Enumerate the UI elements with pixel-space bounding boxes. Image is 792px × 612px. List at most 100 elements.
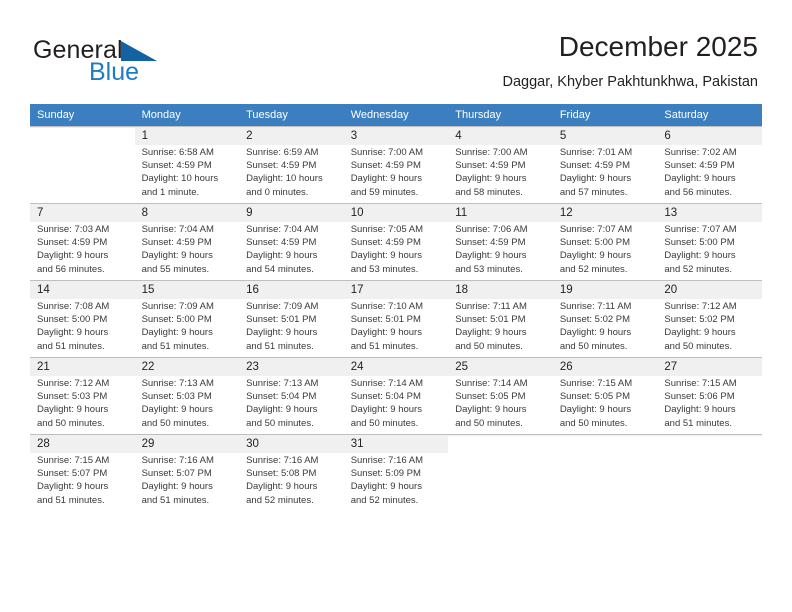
calendar-day-cell[interactable] [30,127,135,204]
calendar-day-cell[interactable]: 11 Sunrise: 7:06 AM Sunset: 4:59 PM Dayligh… [448,203,553,281]
day-daylight-line: Daylight: 9 hours [350,327,422,339]
calendar-day-cell[interactable]: 22 Sunrise: 7:13 AM Sunset: 5:03 PM Dayligh… [134,357,240,435]
day-number: 12 [552,204,658,222]
day-sunset: Sunset: 5:01 PM [350,314,421,326]
day-number: 6 [657,127,762,145]
calendar-day-cell[interactable]: 12 Sunrise: 7:07 AM Sunset: 5:00 PM Dayligh… [552,203,658,281]
day-daylight-line: Daylight: 9 hours [350,404,422,416]
weekday-header-monday: Monday [134,104,240,127]
day-daylight-line: Daylight: 9 hours [246,404,318,416]
day-sunset: Sunset: 5:05 PM [455,391,526,403]
calendar-day-cell[interactable]: 30 Sunrise: 7:16 AM Sunset: 5:08 PM Dayligh… [239,434,344,511]
day-cell-content: 12 Sunrise: 7:07 AM Sunset: 5:00 PM Dayligh… [552,204,658,280]
calendar-day-cell[interactable]: 3 Sunrise: 7:00 AM Sunset: 4:59 PM Daylight… [343,127,449,204]
day-daylight-line: Daylight: 9 hours [246,481,318,493]
day-daylight-line: Daylight: 9 hours [559,404,632,416]
day-sunrise: Sunrise: 7:07 AM [559,224,633,235]
day-daylight-line: and 56 minutes. [664,186,732,198]
day-daylight-line: and 52 minutes. [350,494,419,506]
calendar-day-cell[interactable]: 1 Sunrise: 6:58 AM Sunset: 4:59 PM Daylight… [134,127,240,204]
calendar-day-cell[interactable]: 4 Sunrise: 7:00 AM Sunset: 4:59 PM Daylight… [448,127,553,204]
day-number: 9 [239,204,344,222]
calendar-day-cell[interactable]: 7 Sunrise: 7:03 AM Sunset: 4:59 PM Daylight… [30,203,135,281]
day-sunset: Sunset: 5:06 PM [664,391,735,403]
day-cell-content: 23 Sunrise: 7:13 AM Sunset: 5:04 PM Dayligh… [239,358,344,434]
page-title: December 2025 [558,31,758,62]
calendar-day-cell[interactable]: 10 Sunrise: 7:05 AM Sunset: 4:59 PM Dayligh… [343,203,449,281]
day-daylight-line: and 52 minutes. [246,494,314,506]
calendar-day-cell[interactable]: 6 Sunrise: 7:02 AM Sunset: 4:59 PM Daylight… [657,127,762,204]
day-sunset: Sunset: 5:00 PM [559,237,631,249]
day-daylight-line: Daylight: 9 hours [141,250,213,262]
day-number: 13 [657,204,762,222]
calendar-day-cell[interactable]: 19 Sunrise: 7:11 AM Sunset: 5:02 PM Dayligh… [552,280,658,358]
calendar-day-cell[interactable]: 15 Sunrise: 7:09 AM Sunset: 5:00 PM Dayligh… [134,280,240,358]
weekday-header-sunday: Sunday [30,104,135,127]
calendar-day-cell[interactable]: 23 Sunrise: 7:13 AM Sunset: 5:04 PM Dayligh… [239,357,344,435]
calendar-day-cell[interactable]: 13 Sunrise: 7:07 AM Sunset: 5:00 PM Dayligh… [657,203,762,281]
day-cell-content: 5 Sunrise: 7:01 AM Sunset: 4:59 PM Daylight… [552,127,658,203]
calendar-day-cell[interactable]: 31 Sunrise: 7:16 AM Sunset: 5:09 PM Dayligh… [343,434,449,511]
calendar-day-cell[interactable]: 25 Sunrise: 7:14 AM Sunset: 5:05 PM Dayligh… [448,357,553,435]
day-sunrise: Sunrise: 7:12 AM [37,378,110,389]
day-sunrise: Sunrise: 7:15 AM [37,455,110,466]
calendar-day-cell[interactable] [448,434,553,511]
calendar-day-cell[interactable]: 8 Sunrise: 7:04 AM Sunset: 4:59 PM Daylight… [134,203,240,281]
calendar-day-cell[interactable]: 20 Sunrise: 7:12 AM Sunset: 5:02 PM Dayligh… [657,280,762,358]
calendar-day-cell[interactable]: 17 Sunrise: 7:10 AM Sunset: 5:01 PM Dayligh… [343,280,449,358]
calendar-day-cell[interactable]: 18 Sunrise: 7:11 AM Sunset: 5:01 PM Dayligh… [448,280,553,358]
day-number: 7 [30,204,135,222]
calendar-day-cell[interactable]: 16 Sunrise: 7:09 AM Sunset: 5:01 PM Dayligh… [239,280,344,358]
day-number: 28 [30,435,135,453]
calendar-day-cell[interactable]: 2 Sunrise: 6:59 AM Sunset: 4:59 PM Daylight… [239,127,344,204]
calendar-day-cell[interactable]: 26 Sunrise: 7:15 AM Sunset: 5:05 PM Dayligh… [552,357,658,435]
day-sunset: Sunset: 5:05 PM [559,391,631,403]
calendar-day-cell[interactable]: 24 Sunrise: 7:14 AM Sunset: 5:04 PM Dayligh… [343,357,449,435]
day-daylight-line: and 51 minutes. [664,417,732,429]
day-details: Sunrise: 7:10 AM Sunset: 5:01 PM Daylight:… [344,299,449,353]
day-details: Sunrise: 7:16 AM Sunset: 5:07 PM Daylight:… [135,453,240,507]
day-daylight-line: and 50 minutes. [455,417,523,429]
day-sunrise: Sunrise: 7:12 AM [664,301,737,312]
day-daylight-line: and 50 minutes. [455,340,523,352]
calendar-day-cell[interactable]: 27 Sunrise: 7:15 AM Sunset: 5:06 PM Dayligh… [657,357,762,435]
day-cell-content: 22 Sunrise: 7:13 AM Sunset: 5:03 PM Dayligh… [134,358,240,434]
calendar-day-cell[interactable] [552,434,658,511]
day-sunrise: Sunrise: 7:15 AM [559,378,633,389]
calendar-day-cell[interactable]: 5 Sunrise: 7:01 AM Sunset: 4:59 PM Daylight… [552,127,658,204]
general-blue-logo[interactable]: General Blue [33,36,213,88]
day-sunrise: Sunrise: 7:16 AM [350,455,424,466]
day-sunrise: Sunrise: 7:00 AM [350,147,424,158]
day-number: 19 [552,281,658,299]
calendar-week-row: 1 Sunrise: 6:58 AM Sunset: 4:59 PM Daylight… [30,126,762,204]
day-cell-content: 20 Sunrise: 7:12 AM Sunset: 5:02 PM Dayligh… [657,281,762,357]
calendar-day-cell[interactable]: 28 Sunrise: 7:15 AM Sunset: 5:07 PM Dayligh… [30,434,135,511]
day-sunset: Sunset: 4:59 PM [559,160,631,172]
day-cell-content: 30 Sunrise: 7:16 AM Sunset: 5:08 PM Dayligh… [239,435,344,511]
calendar-day-cell[interactable]: 21 Sunrise: 7:12 AM Sunset: 5:03 PM Dayligh… [30,357,135,435]
day-sunrise: Sunrise: 7:10 AM [350,301,424,312]
calendar-day-cell[interactable]: 14 Sunrise: 7:08 AM Sunset: 5:00 PM Dayligh… [30,280,135,358]
day-sunrise: Sunrise: 6:59 AM [246,147,319,158]
calendar-day-cell[interactable]: 9 Sunrise: 7:04 AM Sunset: 4:59 PM Daylight… [239,203,344,281]
day-daylight-line: Daylight: 9 hours [559,250,632,262]
day-daylight-line: and 51 minutes. [350,340,419,352]
weekday-header-thursday: Thursday [448,104,553,127]
day-sunset: Sunset: 5:01 PM [455,314,526,326]
day-sunrise: Sunrise: 7:08 AM [37,301,110,312]
calendar-day-cell[interactable]: 29 Sunrise: 7:16 AM Sunset: 5:07 PM Dayligh… [134,434,240,511]
day-details: Sunrise: 7:12 AM Sunset: 5:02 PM Daylight:… [657,299,762,353]
day-sunset: Sunset: 5:00 PM [141,314,212,326]
day-cell-content: 10 Sunrise: 7:05 AM Sunset: 4:59 PM Dayligh… [343,204,449,280]
calendar-day-cell[interactable] [657,434,762,511]
day-sunset: Sunset: 5:03 PM [37,391,108,403]
day-sunrise: Sunrise: 7:04 AM [141,224,214,235]
day-daylight-line: and 50 minutes. [664,340,732,352]
day-daylight-line: Daylight: 9 hours [350,250,422,262]
day-sunset: Sunset: 4:59 PM [350,160,421,172]
day-daylight-line: and 50 minutes. [350,417,419,429]
day-daylight-line: and 51 minutes. [246,340,314,352]
day-details: Sunrise: 7:03 AM Sunset: 4:59 PM Daylight:… [30,222,135,276]
day-details: Sunrise: 7:08 AM Sunset: 5:00 PM Daylight:… [30,299,135,353]
day-cell-content: 8 Sunrise: 7:04 AM Sunset: 4:59 PM Daylight… [134,204,240,280]
